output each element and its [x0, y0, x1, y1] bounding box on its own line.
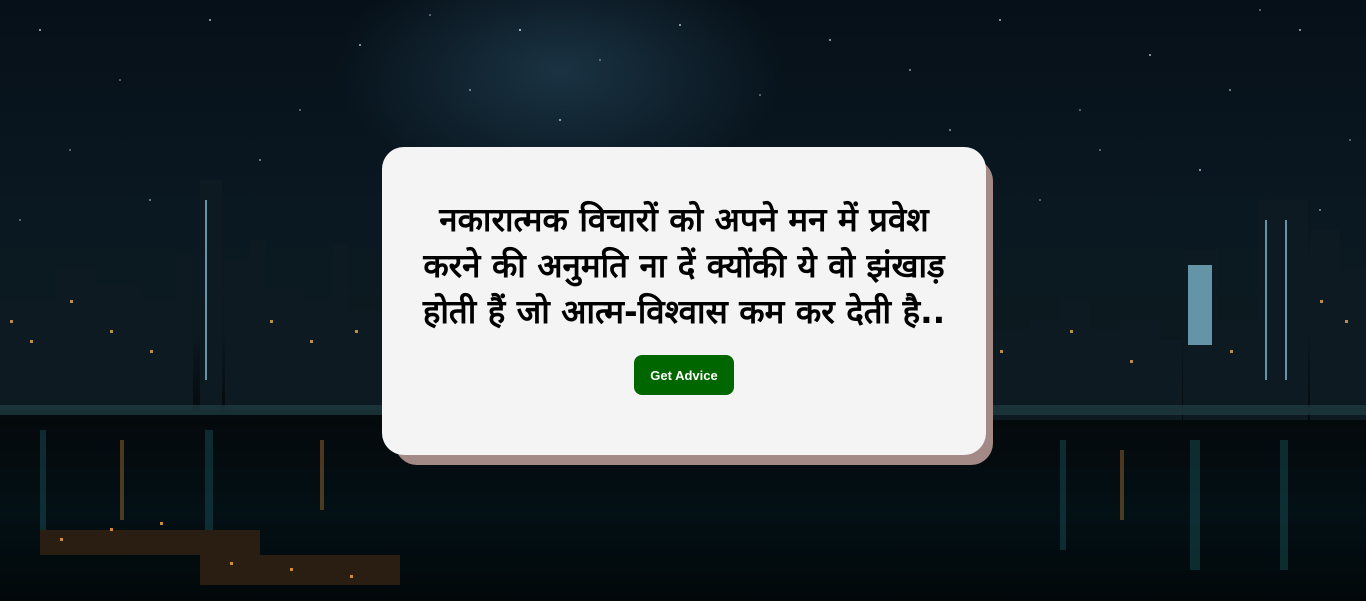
advice-text: नकारात्मक विचारों को अपने मन में प्रवेश …	[422, 200, 946, 331]
advice-card: नकारात्मक विचारों को अपने मन में प्रवेश …	[382, 147, 986, 455]
get-advice-button[interactable]: Get Advice	[634, 355, 734, 395]
